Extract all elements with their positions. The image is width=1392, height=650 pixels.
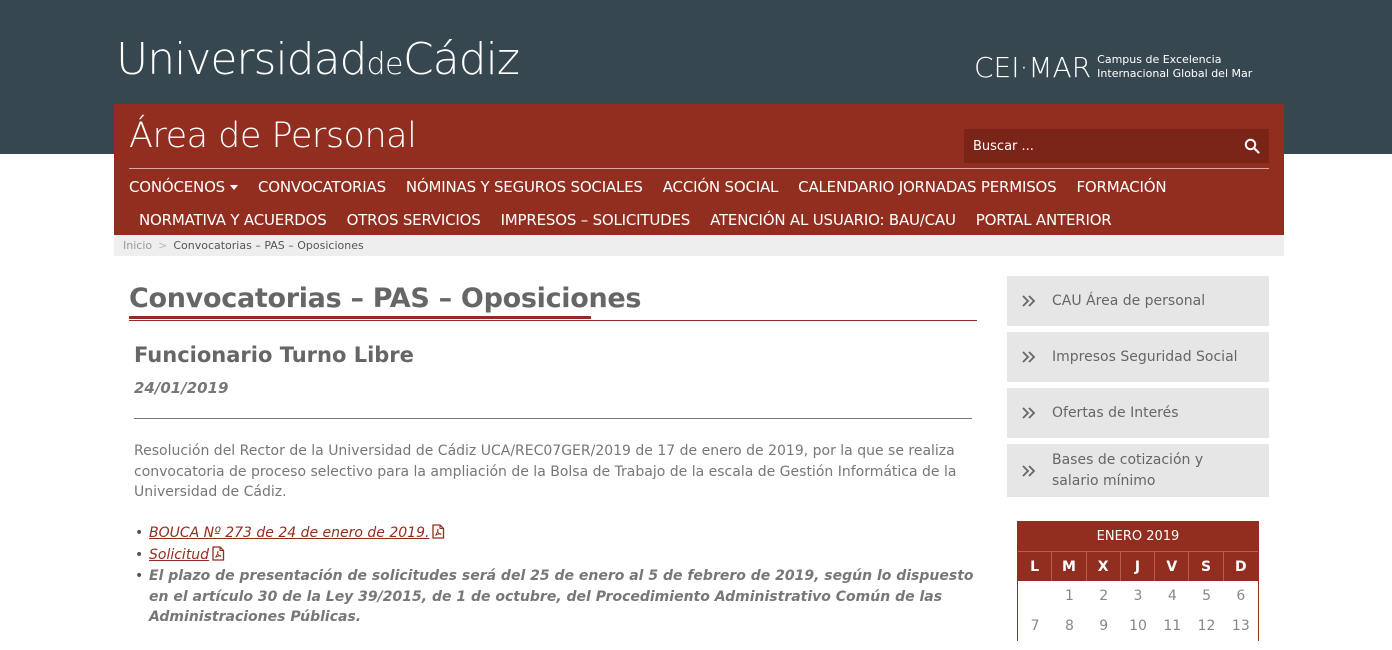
page-title: Convocatorias – PAS – Oposiciones bbox=[129, 283, 642, 314]
logo-word-cadiz: Cádiz bbox=[403, 34, 520, 85]
double-chevron-right-icon bbox=[1022, 464, 1036, 477]
cei-line-2: Internacional Global del Mar bbox=[1097, 67, 1253, 80]
calendar-day[interactable]: 1 bbox=[1052, 581, 1086, 611]
nav-item-convocatorias[interactable]: CONVOCATORIAS bbox=[258, 178, 386, 196]
main-nav-row-1: CONÓCENOS CONVOCATORIAS NÓMINAS Y SEGURO… bbox=[129, 178, 1186, 196]
search-icon[interactable] bbox=[1244, 138, 1260, 154]
calendar-weekday: S bbox=[1189, 551, 1224, 581]
post-title: Funcionario Turno Libre bbox=[134, 343, 414, 367]
nav-item-otros-servicios[interactable]: OTROS SERVICIOS bbox=[347, 211, 481, 229]
search-input[interactable] bbox=[964, 138, 1234, 154]
sidebar-item-label: Bases de cotización y salario mínimo bbox=[1052, 451, 1204, 489]
pdf-icon[interactable] bbox=[211, 545, 225, 561]
nav-item-conocenos[interactable]: CONÓCENOS bbox=[129, 178, 239, 196]
calendar-day[interactable]: 13 bbox=[1224, 611, 1258, 641]
calendar-day[interactable]: 10 bbox=[1121, 611, 1155, 641]
logo-word-de: de bbox=[366, 47, 404, 82]
calendar-week-1: 1 2 3 4 5 6 bbox=[1018, 581, 1258, 611]
calendar-weekday: D bbox=[1223, 551, 1258, 581]
nav-item-formacion[interactable]: FORMACIÓN bbox=[1076, 178, 1166, 196]
post-links-list: BOUCA Nº 273 de 24 de enero de 2019. Sol… bbox=[134, 523, 974, 629]
breadcrumb: Inicio > Convocatorias – PAS – Oposiciones bbox=[114, 235, 1284, 256]
nav-item-nominas[interactable]: NÓMINAS Y SEGUROS SOCIALES bbox=[406, 178, 643, 196]
area-title[interactable]: Área de Personal bbox=[129, 116, 417, 156]
calendar-day[interactable]: 8 bbox=[1052, 611, 1086, 641]
calendar-widget: ENERO 2019 L M X J V S D 1 2 3 4 5 6 7 8… bbox=[1017, 521, 1259, 641]
nav-item-impresos[interactable]: IMPRESOS – SOLICITUDES bbox=[501, 211, 691, 229]
list-item: BOUCA Nº 273 de 24 de enero de 2019. bbox=[134, 523, 974, 544]
plazo-text: El plazo de presentación de solicitudes … bbox=[149, 568, 974, 625]
title-underline bbox=[129, 316, 591, 319]
double-chevron-right-icon bbox=[1022, 295, 1036, 307]
calendar-day-empty bbox=[1018, 581, 1052, 611]
nav-item-portal-anterior[interactable]: PORTAL ANTERIOR bbox=[976, 211, 1112, 229]
search-box bbox=[964, 129, 1269, 163]
calendar-weekday: L bbox=[1018, 551, 1053, 581]
nav-divider bbox=[129, 168, 1269, 169]
nav-item-accion-social[interactable]: ACCIÓN SOCIAL bbox=[663, 178, 779, 196]
calendar-month: ENERO 2019 bbox=[1018, 522, 1258, 551]
sidebar-item-ofertas[interactable]: Ofertas de Interés bbox=[1007, 388, 1269, 438]
sidebar-item-bases-cotizacion[interactable]: Bases de cotización y salario mínimo bbox=[1007, 444, 1269, 497]
solicitud-link[interactable]: Solicitud bbox=[149, 547, 209, 563]
logo-word-universidad: Universidad bbox=[116, 34, 367, 85]
calendar-weekday: M bbox=[1052, 551, 1087, 581]
cei-mar-text: Campus de Excelencia Internacional Globa… bbox=[1097, 53, 1252, 81]
sidebar: CAU Área de personal Impresos Seguridad … bbox=[1007, 276, 1269, 503]
calendar-weekday: V bbox=[1155, 551, 1190, 581]
caret-down-icon bbox=[230, 185, 239, 190]
cei-mar-logo[interactable]: CEI·MAR Campus de Excelencia Internacion… bbox=[974, 50, 1252, 86]
sidebar-item-label: Impresos Seguridad Social bbox=[1052, 348, 1238, 365]
list-item: El plazo de presentación de solicitudes … bbox=[134, 566, 974, 628]
calendar-day[interactable]: 6 bbox=[1224, 581, 1258, 611]
calendar-day[interactable]: 5 bbox=[1189, 581, 1223, 611]
calendar-day[interactable]: 4 bbox=[1155, 581, 1189, 611]
calendar-weekday: X bbox=[1086, 551, 1121, 581]
bouca-link[interactable]: BOUCA Nº 273 de 24 de enero de 2019. bbox=[149, 525, 429, 541]
post-divider bbox=[134, 418, 972, 419]
nav-item-atencion-usuario[interactable]: ATENCIÓN AL USUARIO: BAU/CAU bbox=[710, 211, 956, 229]
calendar-day[interactable]: 12 bbox=[1189, 611, 1223, 641]
double-chevron-right-icon bbox=[1022, 351, 1036, 363]
calendar-weekday: J bbox=[1120, 551, 1156, 581]
breadcrumb-separator: > bbox=[158, 239, 168, 252]
calendar-day[interactable]: 11 bbox=[1155, 611, 1189, 641]
post-date: 24/01/2019 bbox=[134, 379, 229, 397]
calendar-day[interactable]: 3 bbox=[1121, 581, 1155, 611]
double-chevron-right-icon bbox=[1022, 407, 1036, 419]
main-nav-row-2: NORMATIVA Y ACUERDOS OTROS SERVICIOS IMP… bbox=[139, 211, 1132, 229]
breadcrumb-home[interactable]: Inicio bbox=[123, 239, 152, 252]
post-body: Resolución del Rector de la Universidad … bbox=[134, 443, 957, 500]
nav-item-calendario[interactable]: CALENDARIO JORNADAS PERMISOS bbox=[798, 178, 1056, 196]
calendar-day[interactable]: 2 bbox=[1087, 581, 1121, 611]
calendar-day[interactable]: 7 bbox=[1018, 611, 1052, 641]
nav-item-normativa[interactable]: NORMATIVA Y ACUERDOS bbox=[139, 211, 327, 229]
calendar-day[interactable]: 9 bbox=[1087, 611, 1121, 641]
sidebar-item-impresos-ss[interactable]: Impresos Seguridad Social bbox=[1007, 332, 1269, 382]
section-header: Área de Personal CONÓCENOS CONVOCATORIAS… bbox=[114, 104, 1284, 235]
pdf-icon[interactable] bbox=[431, 524, 445, 539]
sidebar-item-cau[interactable]: CAU Área de personal bbox=[1007, 276, 1269, 326]
sidebar-item-label: CAU Área de personal bbox=[1052, 292, 1206, 309]
list-item: Solicitud bbox=[134, 545, 974, 566]
cei-mar-mark: CEI·MAR bbox=[974, 51, 1092, 84]
cei-line-1: Campus de Excelencia bbox=[1097, 53, 1222, 66]
nav-item-label: CONÓCENOS bbox=[129, 178, 226, 196]
breadcrumb-current: Convocatorias – PAS – Oposiciones bbox=[173, 239, 364, 252]
university-logo[interactable]: UniversidaddeCádiz bbox=[116, 34, 520, 85]
title-rule bbox=[129, 320, 977, 321]
calendar-weekday-header: L M X J V S D bbox=[1018, 551, 1258, 581]
calendar-week-2: 7 8 9 10 11 12 13 bbox=[1018, 611, 1258, 641]
sidebar-item-label: Ofertas de Interés bbox=[1052, 404, 1179, 421]
